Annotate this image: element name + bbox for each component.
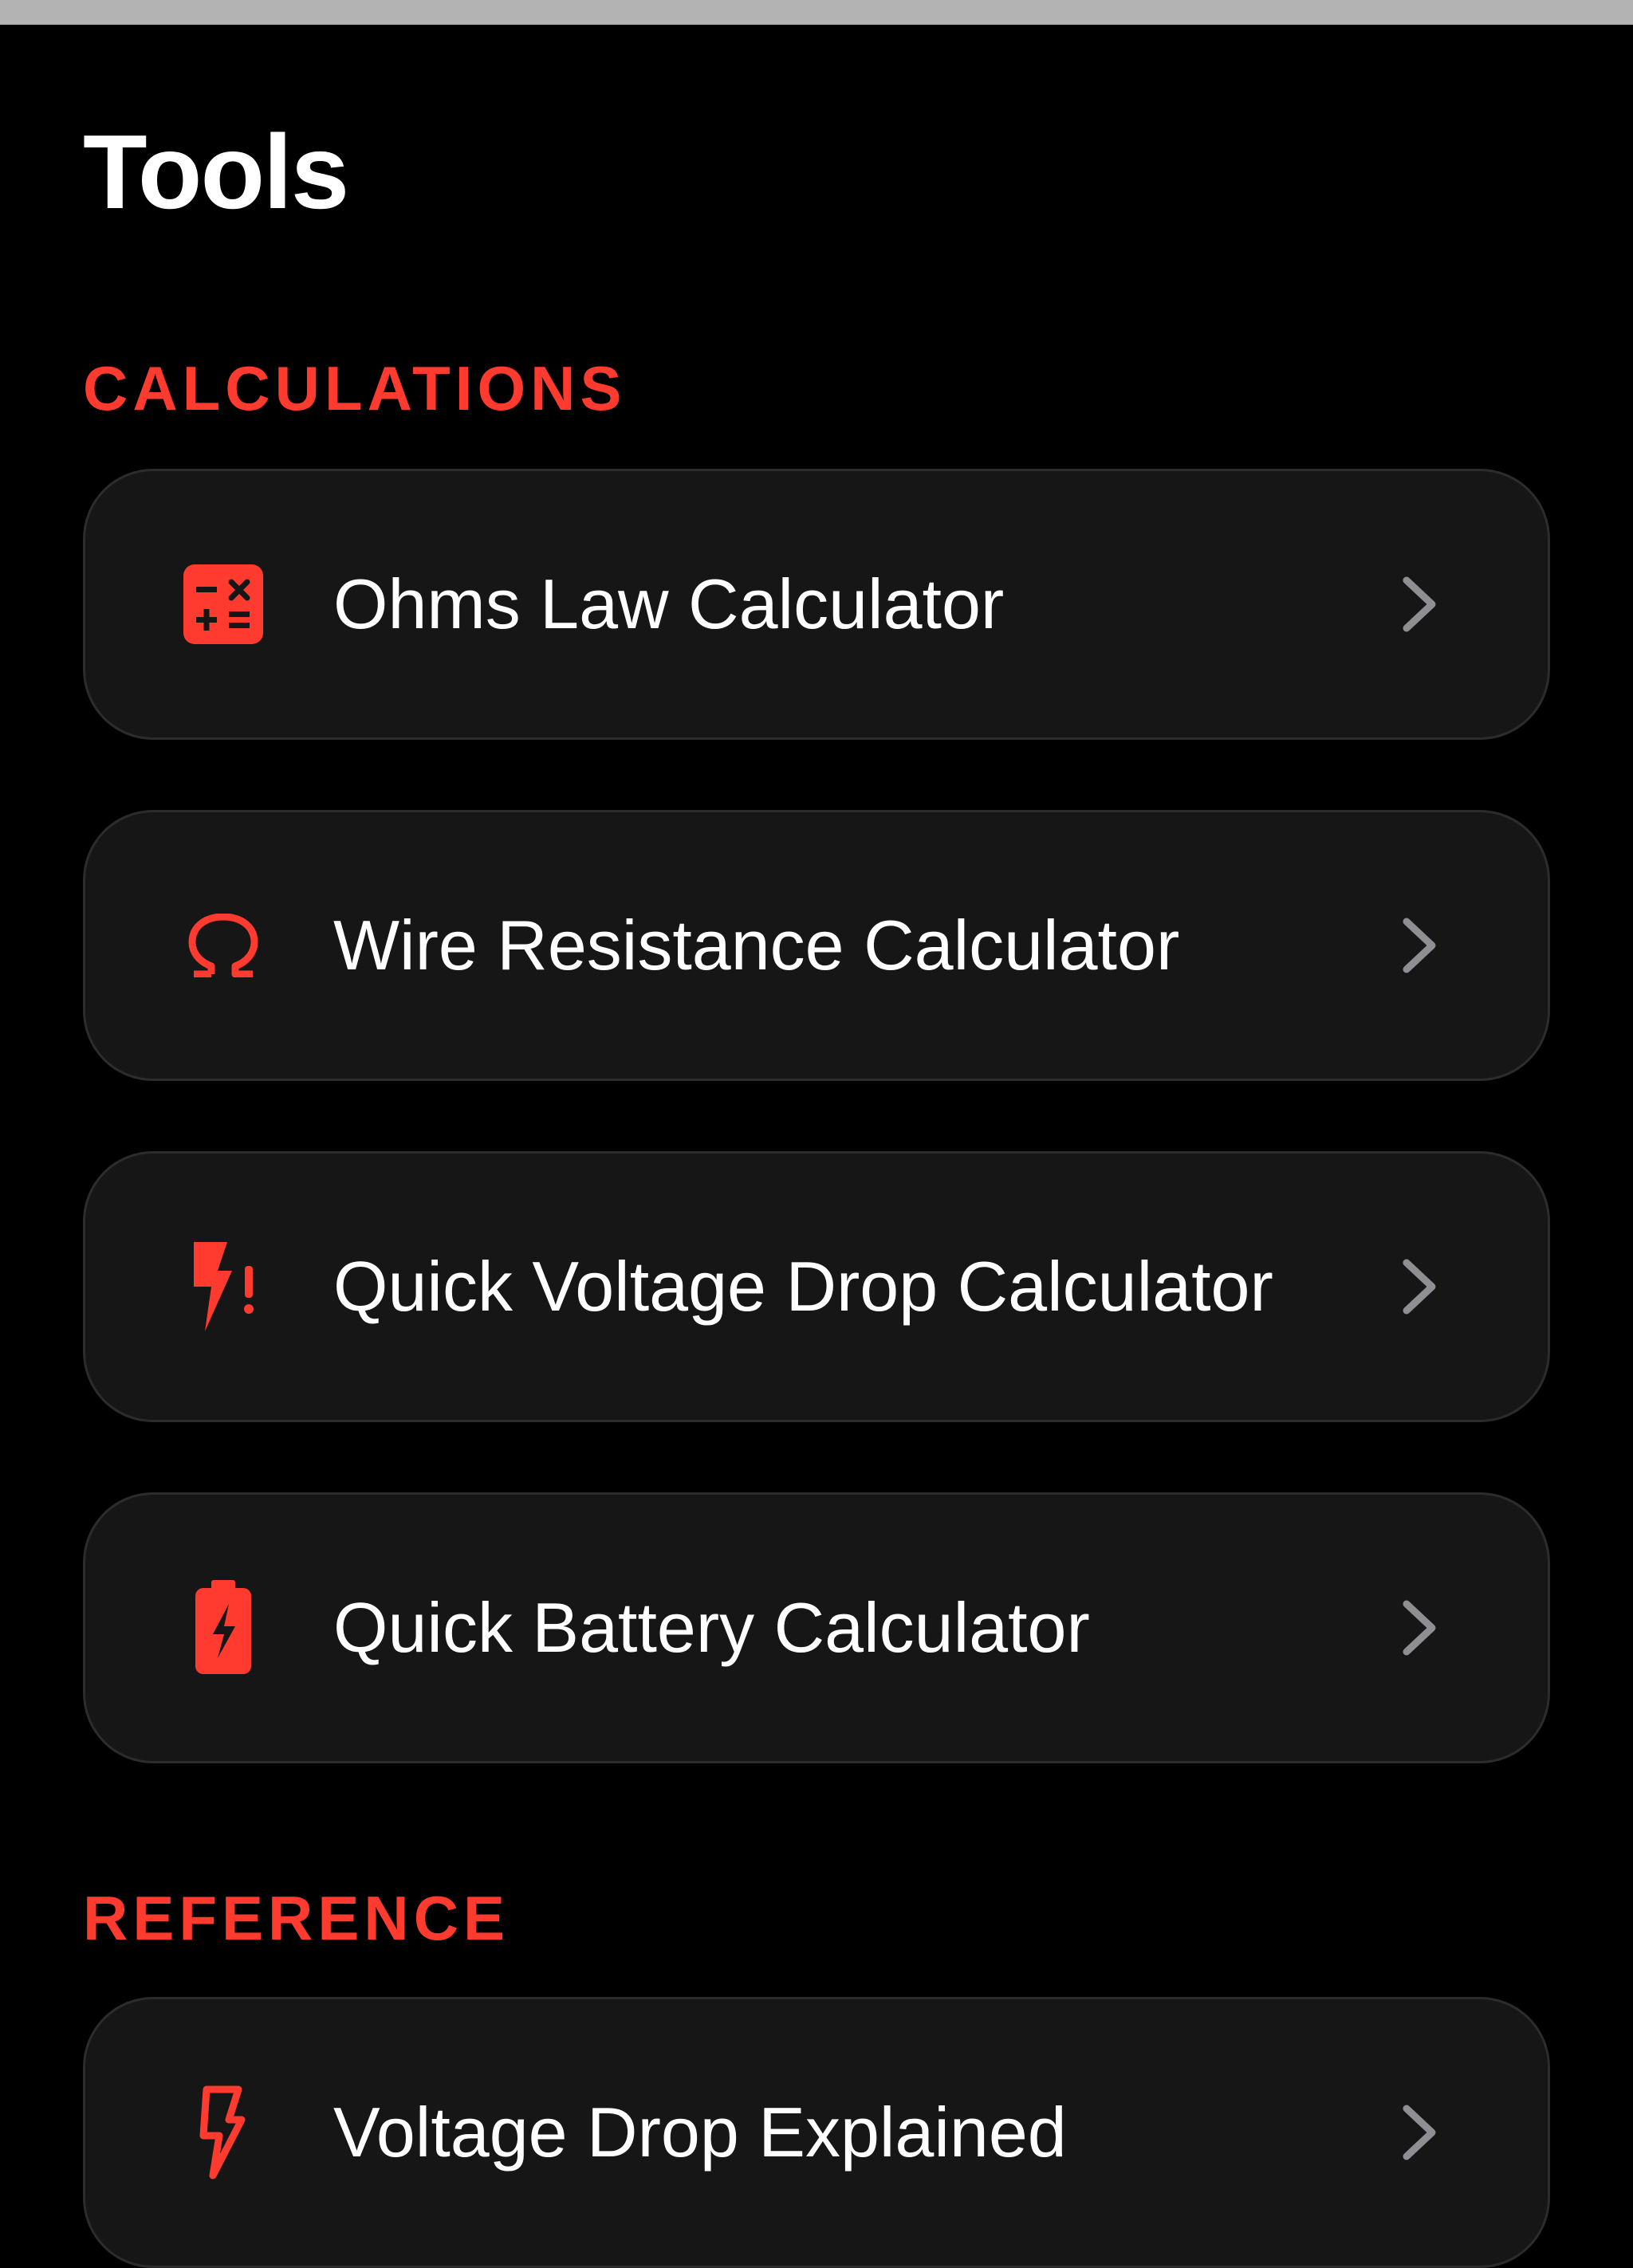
quick-battery-calculator-label: Quick Battery Calculator <box>333 1588 1090 1667</box>
voltage-drop-explained-button[interactable]: Voltage Drop Explained <box>83 1997 1550 2268</box>
chevron-right-icon <box>1395 1255 1443 1319</box>
chevron-right-icon <box>1395 2101 1443 2164</box>
bolt-warning-icon <box>179 1235 267 1338</box>
calculator-icon <box>179 552 267 656</box>
chevron-right-icon <box>1395 914 1443 977</box>
ohms-law-calculator-label: Ohms Law Calculator <box>333 564 1005 643</box>
bolt-outline-icon <box>179 2081 267 2184</box>
page-title: Tools <box>83 113 349 230</box>
quick-battery-calculator-button[interactable]: Quick Battery Calculator <box>83 1492 1550 1763</box>
omega-icon <box>179 894 267 997</box>
top-status-strip <box>0 0 1633 25</box>
ohms-law-calculator-button[interactable]: Ohms Law Calculator <box>83 469 1550 740</box>
chevron-right-icon <box>1395 1596 1443 1660</box>
quick-voltage-drop-calculator-label: Quick Voltage Drop Calculator <box>333 1247 1273 1326</box>
section-header-reference: REFERENCE <box>83 1883 510 1953</box>
wire-resistance-calculator-button[interactable]: Wire Resistance Calculator <box>83 810 1550 1081</box>
section-header-calculations: CALCULATIONS <box>83 353 627 423</box>
battery-bolt-icon <box>179 1576 267 1680</box>
quick-voltage-drop-calculator-button[interactable]: Quick Voltage Drop Calculator <box>83 1151 1550 1422</box>
voltage-drop-explained-label: Voltage Drop Explained <box>333 2093 1067 2172</box>
wire-resistance-calculator-label: Wire Resistance Calculator <box>333 906 1180 985</box>
chevron-right-icon <box>1395 572 1443 636</box>
